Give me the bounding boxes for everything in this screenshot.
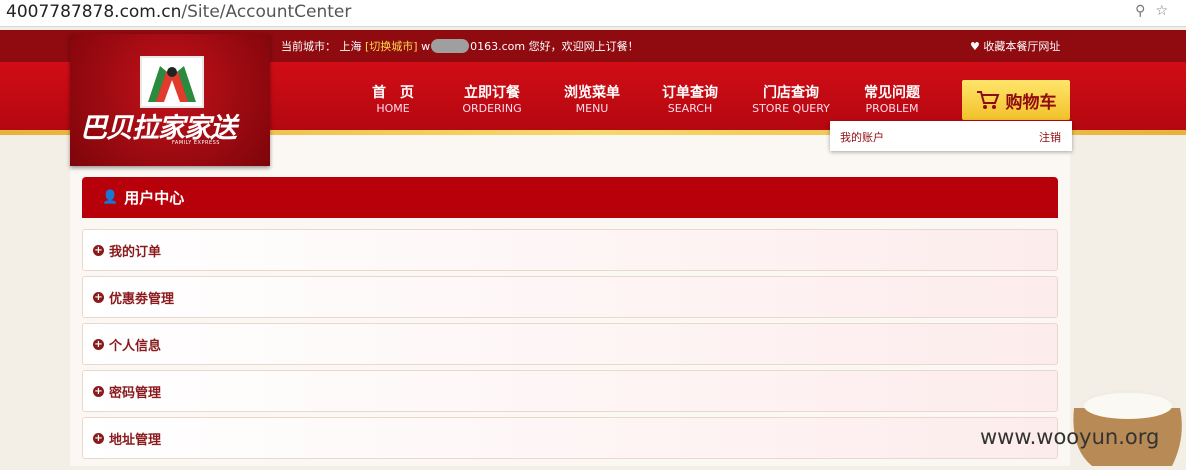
menu-row-label: 密码管理: [109, 385, 162, 401]
switch-city-link[interactable]: [切换城市]: [365, 40, 418, 53]
plus-circle-icon: +: [93, 244, 104, 256]
heart-icon: ♥: [970, 40, 980, 53]
nav-home-label: 首 页: [372, 85, 414, 101]
user-center-header: 👤 用户中心: [82, 177, 1058, 218]
bookmark-label: 收藏本餐厅网址: [983, 40, 1061, 53]
greeting-text: 您好，欢迎网上订餐！: [525, 40, 639, 53]
browser-tools: ⚲☆: [1135, 3, 1178, 19]
url-host: 4007787878.com.cn: [6, 2, 182, 22]
menu-row-coupons[interactable]: + 优惠劵管理: [82, 276, 1058, 318]
nav-store-query-sub: STORE QUERY: [752, 102, 830, 115]
logo-emblem-icon: [140, 56, 204, 108]
nav-store-query-label: 门店查询: [763, 85, 819, 101]
redacted-mask: [431, 39, 470, 53]
menu-row-profile[interactable]: + 个人信息: [82, 323, 1058, 365]
nav-menu-sub: MENU: [575, 102, 609, 115]
nav-problem-label: 常见问题: [864, 85, 920, 101]
plus-circle-icon: +: [93, 432, 104, 444]
url-path: /Site/AccountCenter: [181, 2, 352, 22]
star-icon[interactable]: ☆: [1155, 3, 1178, 19]
nav-menu-label: 浏览菜单: [564, 85, 620, 101]
pin-icon[interactable]: ⚲: [1135, 3, 1155, 19]
nav-ordering-label: 立即订餐: [464, 85, 520, 101]
logout-link[interactable]: 注销: [1039, 129, 1061, 145]
nav-search-label: 订单查询: [662, 85, 718, 101]
plus-circle-icon: +: [93, 338, 104, 350]
cart-icon: [976, 91, 999, 109]
plus-circle-icon: +: [93, 291, 104, 303]
nav-menu[interactable]: 浏览菜单 MENU: [552, 84, 632, 116]
menu-row-label: 优惠劵管理: [109, 291, 175, 307]
menu-row-orders[interactable]: + 我的订单: [82, 229, 1058, 271]
nav-home[interactable]: 首 页 HOME: [358, 84, 428, 116]
city-greeting: 当前城市： 上海 [切换城市] w 0163.com 您好，欢迎网上订餐！: [281, 38, 639, 54]
cart-label: 购物车: [1005, 92, 1057, 113]
menu-row-password[interactable]: + 密码管理: [82, 370, 1058, 412]
bookmark-link[interactable]: ♥ 收藏本餐厅网址: [970, 38, 1060, 54]
nav-problem[interactable]: 常见问题 PROBLEM: [852, 84, 932, 116]
user-icon: 👤: [102, 190, 119, 205]
user-email-suffix: 0163.com: [470, 40, 526, 53]
nav-home-sub: HOME: [376, 102, 410, 115]
menu-row-label: 个人信息: [109, 338, 162, 354]
plus-circle-icon: +: [93, 385, 104, 397]
brand-logo[interactable]: 巴贝拉家家送 FAMILY EXPRESS: [70, 34, 270, 166]
nav-ordering-sub: ORDERING: [462, 102, 522, 115]
my-account-link[interactable]: 我的账户: [840, 129, 884, 145]
current-city: 上海: [339, 40, 362, 53]
logo-subtext: FAMILY EXPRESS: [172, 140, 220, 146]
menu-row-label: 地址管理: [109, 432, 162, 448]
menu-row-address[interactable]: + 地址管理: [82, 417, 1058, 459]
url-text[interactable]: 4007787878.com.cn/Site/AccountCenter: [6, 2, 351, 22]
nav-store-query[interactable]: 门店查询 STORE QUERY: [744, 84, 838, 116]
menu-row-label: 我的订单: [109, 244, 162, 260]
user-email-prefix: w: [421, 40, 431, 53]
city-label: 当前城市：: [281, 40, 336, 53]
user-center-title: 用户中心: [124, 189, 185, 207]
nav-search-sub: SEARCH: [667, 102, 713, 115]
nav-search[interactable]: 订单查询 SEARCH: [650, 84, 730, 116]
browser-address-bar[interactable]: 4007787878.com.cn/Site/AccountCenter ⚲☆: [0, 0, 1186, 27]
account-dropdown: 我的账户 注销: [830, 121, 1072, 151]
nav-ordering[interactable]: 立即订餐 ORDERING: [452, 84, 532, 116]
flour-sack-image: [1062, 378, 1186, 466]
nav-problem-sub: PROBLEM: [865, 102, 919, 115]
cart-button[interactable]: 购物车: [962, 80, 1070, 120]
watermark-text: www.wooyun.org: [980, 425, 1160, 449]
